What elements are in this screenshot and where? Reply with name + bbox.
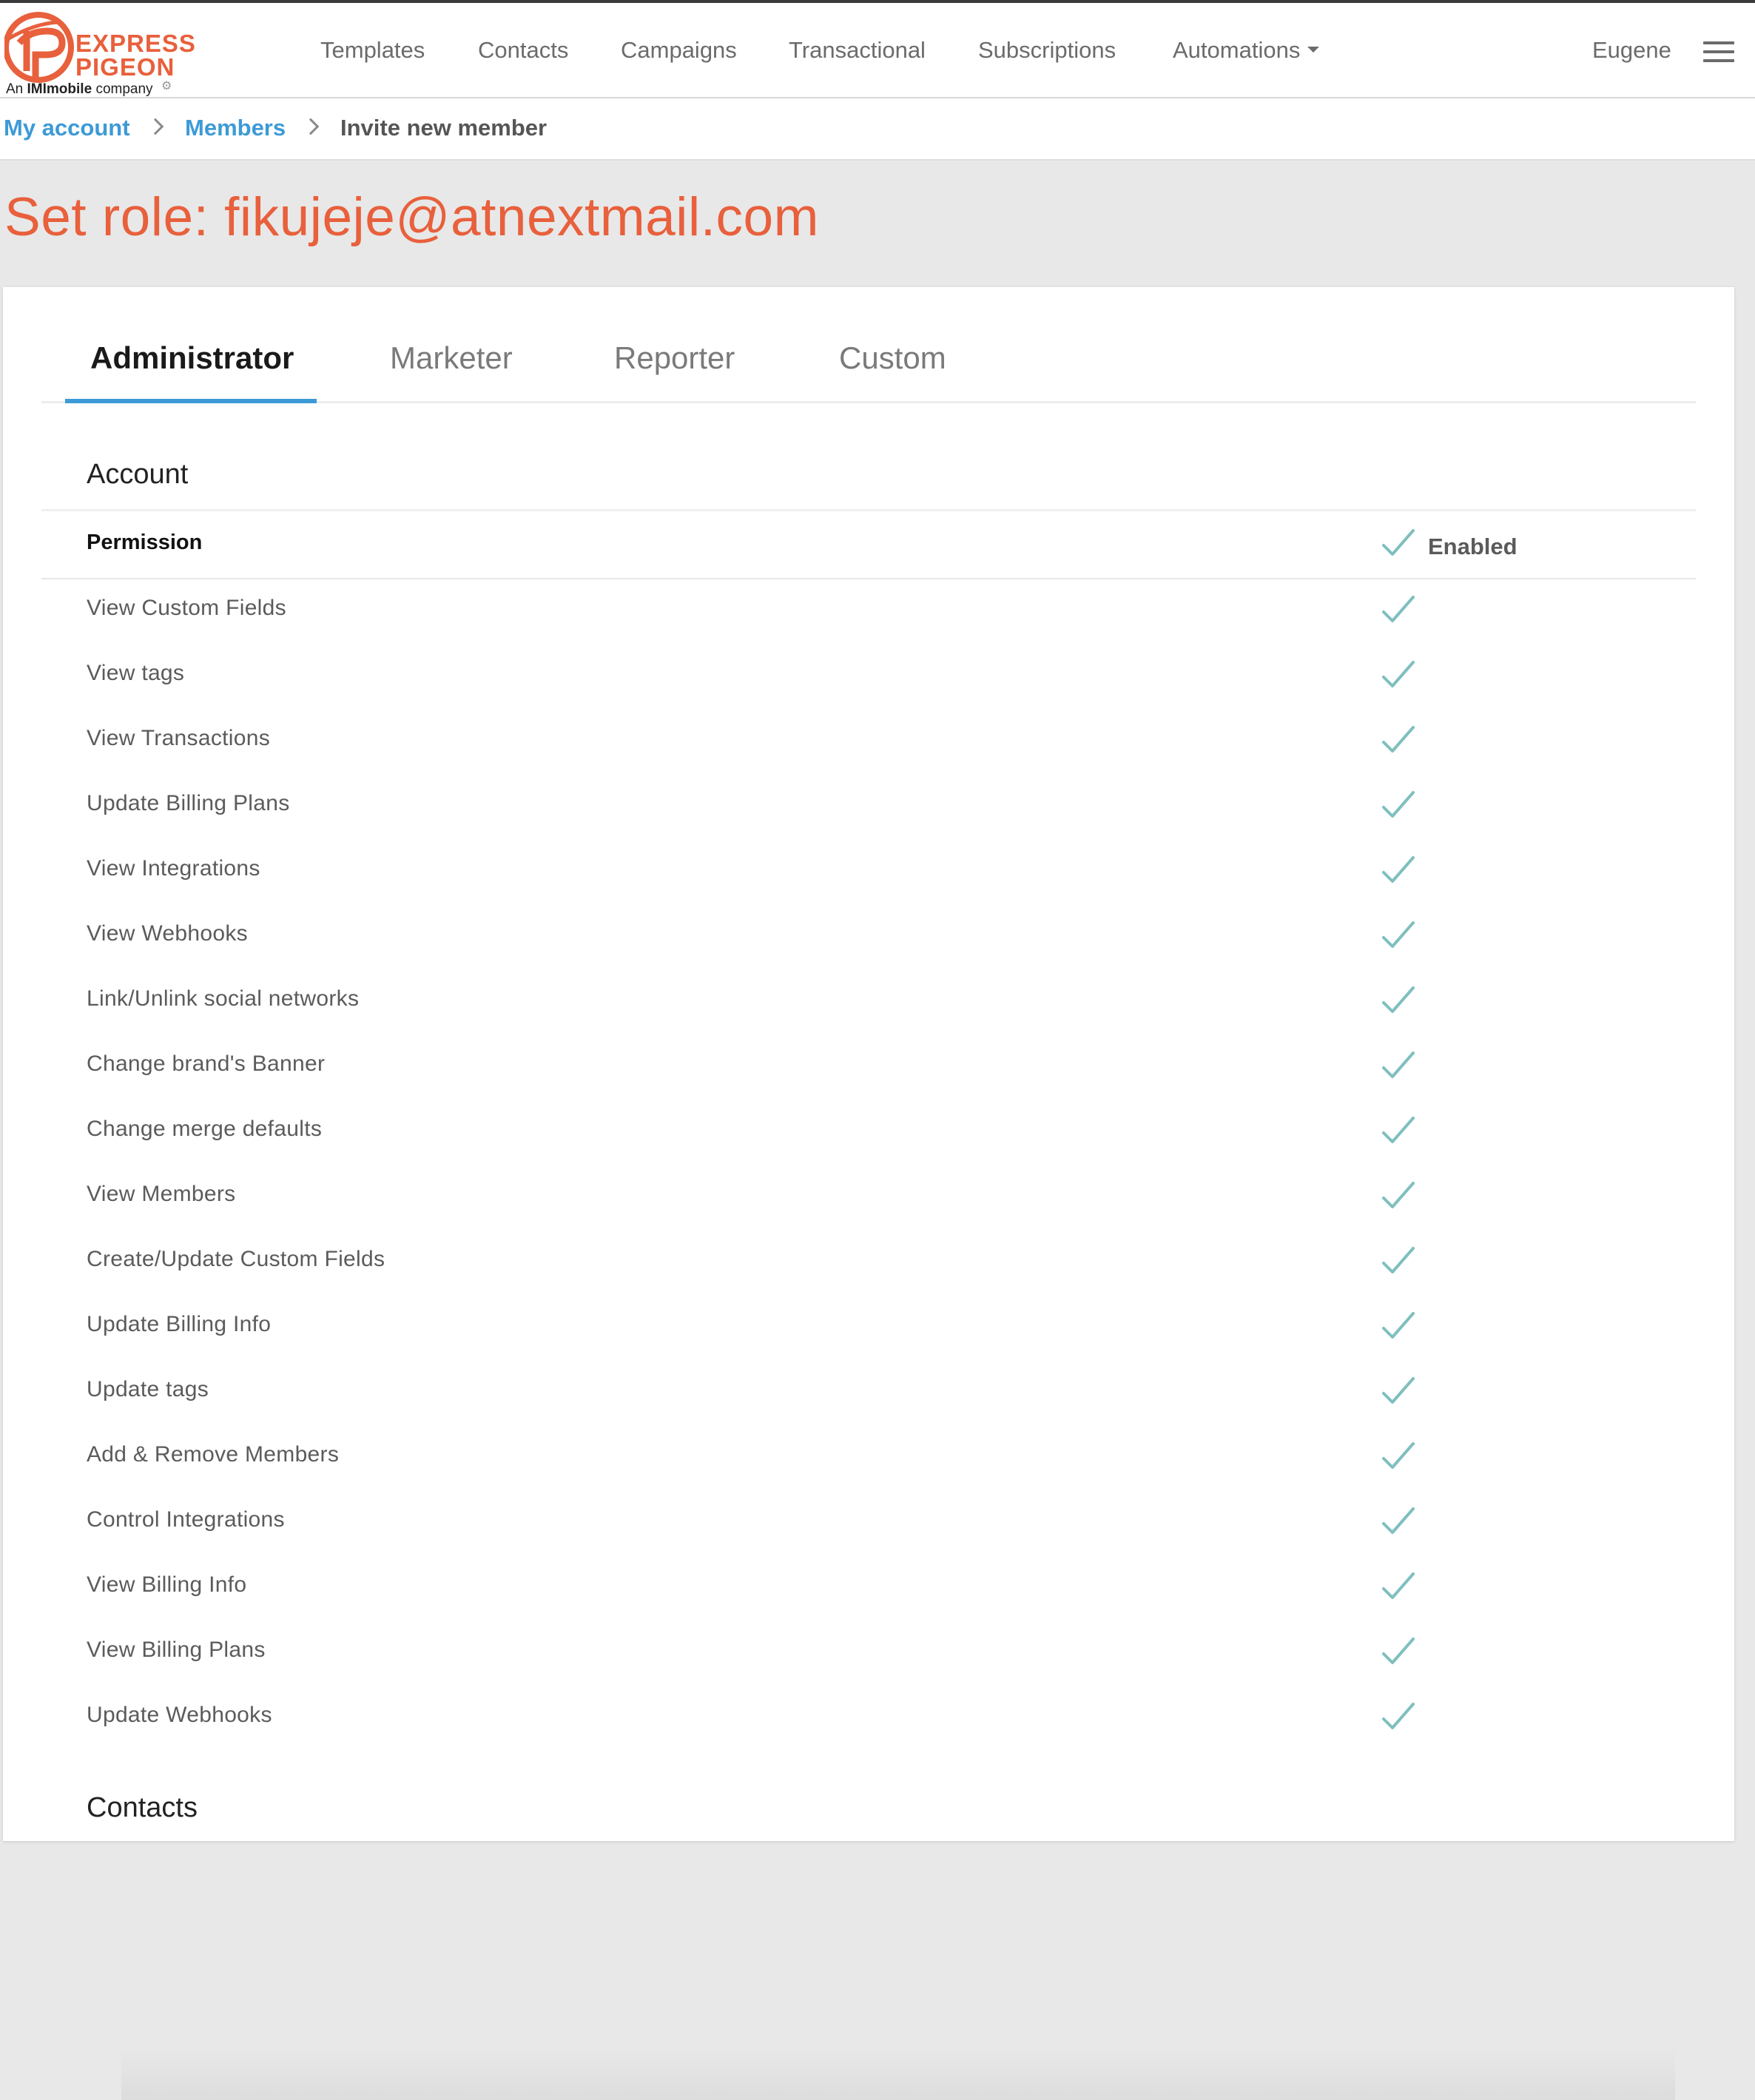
nav-transactional[interactable]: Transactional	[789, 37, 926, 64]
column-header-enabled: Enabled	[1428, 534, 1517, 559]
logo-text-line2: PIGEON	[75, 53, 175, 81]
tagline-suffix: company	[95, 81, 153, 97]
permission-label: View Webhooks	[87, 921, 248, 946]
check-icon[interactable]	[1381, 659, 1416, 692]
role-tabs: Administrator Marketer Reporter Custom	[41, 340, 1696, 403]
permission-row: Change merge defaults	[41, 1100, 1696, 1165]
scroll-fade	[121, 2048, 1675, 2100]
permission-label: View tags	[87, 661, 185, 685]
permission-label: Update tags	[87, 1377, 209, 1401]
permission-label: Create/Update Custom Fields	[87, 1247, 385, 1271]
column-header-permission: Permission	[87, 531, 203, 554]
check-icon[interactable]	[1381, 1376, 1416, 1408]
permission-label: View Custom Fields	[87, 596, 286, 620]
check-icon[interactable]	[1381, 1636, 1416, 1669]
breadcrumb-current: Invite new member	[340, 115, 548, 141]
nav-automations-label: Automations	[1173, 37, 1301, 63]
permission-label: Control Integrations	[87, 1507, 285, 1532]
permission-label: Change brand's Banner	[87, 1051, 326, 1076]
permission-label: View Members	[87, 1182, 236, 1206]
permission-label: Update Webhooks	[87, 1703, 272, 1727]
breadcrumb-members[interactable]: Members	[185, 115, 286, 141]
nav-automations[interactable]: Automations	[1173, 37, 1320, 64]
nav-campaigns[interactable]: Campaigns	[621, 37, 737, 64]
permission-row: Create/Update Custom Fields	[41, 1231, 1696, 1296]
tab-administrator[interactable]: Administrator	[90, 340, 294, 376]
page-title: Set role: fikujeje@atnextmail.com	[4, 187, 819, 247]
tab-reporter[interactable]: Reporter	[614, 340, 735, 376]
check-all-icon[interactable]	[1381, 528, 1416, 560]
nav-subscriptions[interactable]: Subscriptions	[978, 37, 1116, 64]
check-icon[interactable]	[1381, 855, 1416, 887]
section-title-account: Account	[87, 459, 189, 490]
permission-label: Update Billing Plans	[87, 791, 290, 815]
permission-row: Link/Unlink social networks	[41, 970, 1696, 1035]
check-icon[interactable]	[1381, 1571, 1416, 1603]
tagline-prefix: An	[6, 81, 24, 97]
chevron-right-icon	[149, 116, 161, 128]
permission-label: Add & Remove Members	[87, 1442, 340, 1467]
logo-tagline: An IMImobile company	[6, 81, 153, 98]
permission-row: Change brand's Banner	[41, 1035, 1696, 1100]
permission-row: Update Billing Plans	[41, 775, 1696, 840]
permission-label: View Integrations	[87, 856, 260, 881]
permission-row: View Webhooks	[41, 905, 1696, 970]
permission-label: View Billing Plans	[87, 1638, 266, 1662]
breadcrumb: My account Members Invite new member	[0, 98, 1755, 161]
check-icon[interactable]	[1381, 1701, 1416, 1734]
permission-row: View Integrations	[41, 840, 1696, 905]
tab-marketer[interactable]: Marketer	[390, 340, 513, 376]
role-card: Administrator Marketer Reporter Custom A…	[3, 287, 1734, 2100]
permission-row: Update tags	[41, 1361, 1696, 1426]
express-pigeon-logo[interactable]: EXPRESS PIGEON An IMImobile company ⚙	[4, 9, 195, 98]
permission-row: Update Billing Info	[41, 1296, 1696, 1361]
active-tab-indicator	[65, 399, 317, 403]
check-icon[interactable]	[1381, 724, 1416, 757]
permission-row: Control Integrations	[41, 1491, 1696, 1556]
permission-label: View Transactions	[87, 726, 271, 750]
permission-row: View tags	[41, 645, 1696, 710]
permission-label: Update Billing Info	[87, 1312, 272, 1336]
check-icon[interactable]	[1381, 1180, 1416, 1213]
check-icon[interactable]	[1381, 1310, 1416, 1343]
hamburger-menu-icon[interactable]	[1703, 41, 1734, 64]
tab-custom[interactable]: Custom	[839, 340, 946, 376]
permission-label: Link/Unlink social networks	[87, 986, 360, 1011]
check-icon[interactable]	[1381, 594, 1416, 627]
check-icon[interactable]	[1381, 920, 1416, 952]
check-icon[interactable]	[1381, 1050, 1416, 1083]
breadcrumb-my-account[interactable]: My account	[4, 115, 130, 141]
check-icon[interactable]	[1381, 1115, 1416, 1148]
permission-row: View Members	[41, 1165, 1696, 1231]
check-icon[interactable]	[1381, 1245, 1416, 1278]
check-icon[interactable]	[1381, 985, 1416, 1017]
permission-row: Update Webhooks	[41, 1686, 1696, 1751]
permission-row: View Billing Info	[41, 1556, 1696, 1621]
check-icon[interactable]	[1381, 1441, 1416, 1473]
caret-down-icon	[1307, 46, 1320, 53]
nav-templates[interactable]: Templates	[320, 37, 425, 64]
permission-list: View Custom Fields View tags View Transact…	[41, 579, 1696, 1751]
permission-row: View Billing Plans	[41, 1621, 1696, 1686]
user-menu[interactable]: Eugene	[1592, 37, 1671, 64]
check-icon[interactable]	[1381, 1506, 1416, 1538]
tagline-brand: IMImobile	[27, 81, 92, 97]
page-gutter	[1737, 161, 1755, 1813]
permission-label: Change merge defaults	[87, 1117, 323, 1141]
permission-table-header: Permission Enabled	[41, 511, 1696, 579]
permission-row: View Custom Fields	[41, 579, 1696, 645]
section-title-contacts: Contacts	[87, 1792, 198, 1823]
chevron-right-icon	[305, 116, 317, 128]
gear-icon: ⚙	[161, 80, 172, 92]
pigeon-logo-icon	[4, 12, 74, 83]
nav-contacts[interactable]: Contacts	[478, 37, 568, 64]
check-icon[interactable]	[1381, 790, 1416, 822]
permission-label: View Billing Info	[87, 1572, 247, 1597]
top-navbar: EXPRESS PIGEON An IMImobile company ⚙ Te…	[0, 0, 1755, 98]
permission-row: View Transactions	[41, 710, 1696, 775]
permission-row: Add & Remove Members	[41, 1426, 1696, 1491]
